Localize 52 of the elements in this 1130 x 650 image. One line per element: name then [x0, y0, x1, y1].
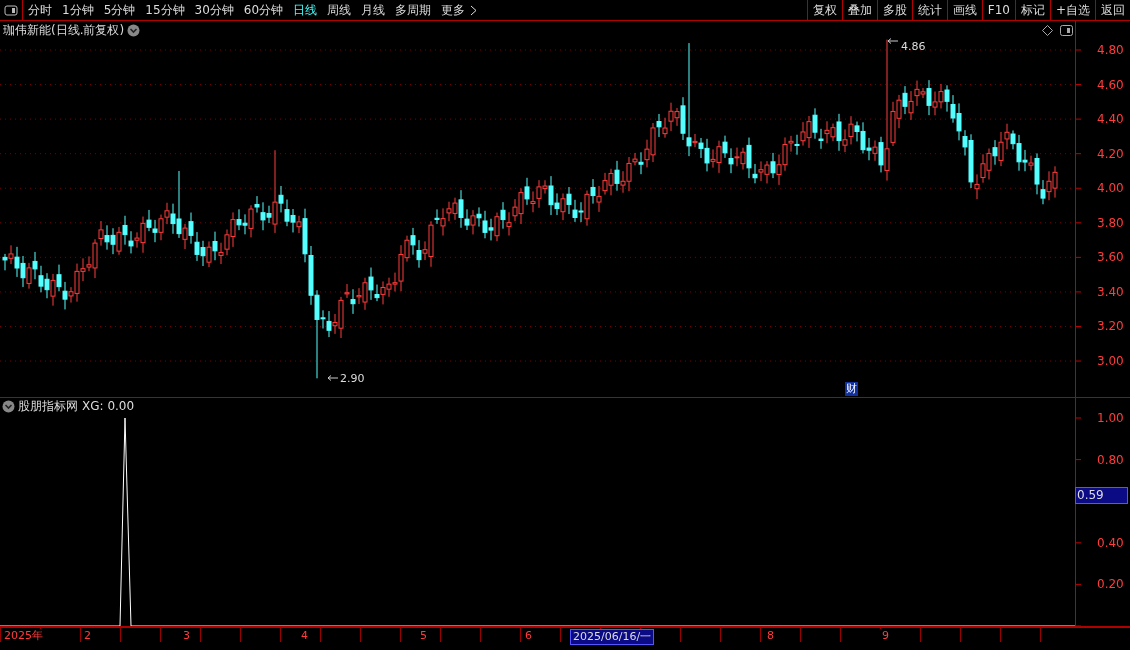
axis-label: 3.20 — [1097, 320, 1124, 334]
period-tab[interactable]: 周线 — [322, 0, 357, 20]
period-tab[interactable]: 60分钟 — [238, 0, 289, 20]
panel-toggle-icon[interactable] — [4, 4, 18, 16]
event-badge[interactable]: 财 — [845, 382, 858, 396]
pointer-arrow-icon — [887, 38, 899, 44]
toolbar-button[interactable]: 画线 — [946, 0, 982, 20]
axis-label: 3.40 — [1097, 285, 1124, 299]
period-tab[interactable]: 月线 — [356, 0, 391, 20]
period-tab[interactable]: 1分钟 — [57, 0, 99, 20]
indicator-title: 股朋指标网 — [18, 399, 78, 413]
time-label: 9 — [880, 629, 891, 643]
axis-label: 0.40 — [1097, 536, 1124, 550]
axis-label: 4.80 — [1097, 44, 1124, 57]
chart-title: 珈伟新能(日线.前复权) — [3, 23, 125, 37]
axis-label: 0.20 — [1097, 578, 1124, 592]
toolbar-button[interactable]: 叠加 — [841, 0, 877, 20]
indicator-reading: XG: 0.00 — [82, 399, 135, 413]
axis-label: 4.60 — [1097, 78, 1124, 92]
period-tab[interactable]: 15分钟 — [140, 0, 190, 20]
period-tab[interactable]: 5分钟 — [98, 0, 141, 20]
cursor-date-label: 2025/06/16/一 — [570, 629, 655, 645]
high-price-label: 4.86 — [901, 40, 926, 54]
toolbar-button[interactable]: +自选 — [1049, 0, 1095, 20]
diamond-icon[interactable] — [1042, 25, 1053, 36]
panel-toggle-icon[interactable] — [1060, 25, 1073, 36]
axis-label: 3.00 — [1097, 355, 1124, 369]
axis-label: 3.80 — [1097, 216, 1124, 230]
toolbar-button[interactable]: 标记 — [1014, 0, 1050, 20]
low-price-label: 2.90 — [340, 372, 365, 386]
axis-label: 3.60 — [1097, 251, 1124, 265]
period-tab[interactable]: 日线 — [288, 0, 323, 20]
period-tab[interactable]: 多周期 — [390, 0, 437, 20]
toolbar-button[interactable]: 复权 — [806, 0, 842, 20]
dropdown-icon[interactable] — [127, 24, 140, 37]
axis-label: 0.80 — [1097, 453, 1124, 467]
period-tab[interactable]: 更多 — [436, 0, 471, 20]
pointer-arrow-icon — [327, 375, 339, 381]
toolbar-button[interactable]: 统计 — [911, 0, 947, 20]
period-tab[interactable]: 30分钟 — [189, 0, 239, 20]
toolbar-button[interactable]: F10 — [981, 0, 1015, 20]
period-tab[interactable]: 分时 — [23, 0, 57, 20]
cursor-value-label: 0.59 — [1075, 487, 1128, 504]
axis-label: 1.00 — [1097, 412, 1124, 425]
toolbar-button[interactable]: 返回 — [1095, 0, 1130, 20]
toolbar-button[interactable]: 多股 — [876, 0, 912, 20]
axis-label: 4.00 — [1097, 182, 1124, 196]
chevron-right-icon[interactable] — [470, 5, 478, 16]
axis-label: 4.40 — [1097, 113, 1124, 127]
time-label: 2025年 — [2, 629, 45, 643]
axis-label: 4.20 — [1097, 147, 1124, 161]
dropdown-icon[interactable] — [2, 400, 15, 413]
